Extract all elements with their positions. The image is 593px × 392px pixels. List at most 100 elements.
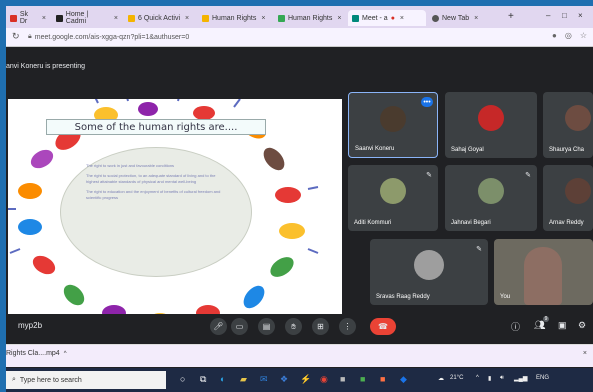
task-view-icon[interactable]: ⧉ <box>200 374 206 385</box>
captions-icon: ▤ <box>262 322 271 331</box>
battery-icon[interactable]: ▮ <box>488 375 491 382</box>
language-indicator[interactable]: ENG <box>536 375 549 381</box>
participant-tile[interactable]: ✎ Sravas Raag Reddy <box>370 239 488 305</box>
temperature[interactable]: 21°C <box>450 375 463 381</box>
avatar <box>414 250 444 281</box>
participant-name: Saanvi Koneru <box>355 146 395 152</box>
mail-icon[interactable]: ✉ <box>260 374 268 385</box>
meeting-controls: myp2b 🎤︎ ▭ ▤ ✋︎ ⊞ ⋮ ☎︎ ⓘ 👥︎ 9 ▣ ⚙︎ <box>6 314 593 339</box>
windows-taskbar: ⌕ Type here to search ○ ⧉ ◐ ▰ ✉ ❖ ⚡ ◉ ■ … <box>6 368 593 392</box>
chrome-icon[interactable]: ◉ <box>320 374 328 385</box>
app-icon[interactable]: ◆ <box>400 374 407 385</box>
minimize-button[interactable]: – <box>546 11 550 20</box>
avatar <box>478 178 504 205</box>
participant-name: Sahaj Goyal <box>451 147 484 153</box>
participant-tile[interactable]: ✎ Jahnavi Begari <box>445 165 537 231</box>
present-button[interactable]: ⊞ <box>312 318 329 335</box>
self-view-tile[interactable]: You <box>494 239 593 305</box>
chat-icon[interactable]: ▣ <box>558 320 567 331</box>
window-close-button[interactable]: × <box>578 11 583 20</box>
tab-5[interactable]: Human Rights × <box>274 10 346 26</box>
activities-icon[interactable]: ⚙︎ <box>578 320 586 331</box>
recording-dot-icon: ● <box>390 14 395 22</box>
avatar <box>565 178 591 205</box>
address-bar: ↻ 🔒︎ meet.google.com/ais-xgga-qzn?pli=1&… <box>6 28 593 47</box>
slide-points: The right to work in just and favourable… <box>86 163 226 205</box>
participant-tile[interactable]: Shaurya Cha <box>543 92 593 158</box>
app-icon[interactable]: ■ <box>340 374 345 384</box>
taskbar-search[interactable]: ⌕ Type here to search <box>6 371 166 389</box>
app-icon[interactable]: ■ <box>360 374 365 384</box>
tab-meet[interactable]: Meet - a ● × <box>348 10 426 26</box>
cortana-icon[interactable]: ○ <box>180 374 185 384</box>
participant-tile[interactable]: Arnav Reddy <box>543 165 593 231</box>
lightning-icon[interactable]: ⚡ <box>300 374 311 385</box>
close-icon[interactable]: × <box>474 15 478 22</box>
new-tab-button[interactable]: + <box>508 11 514 22</box>
url-text: meet.google.com/ais-xgga-qzn?pli=1&authu… <box>34 33 190 41</box>
close-icon[interactable]: × <box>261 15 265 22</box>
people-count-badge: 9 <box>542 316 550 322</box>
dropbox-icon[interactable]: ❖ <box>280 374 288 385</box>
captions-button[interactable]: ▤ <box>258 318 275 335</box>
mic-off-icon: ✎ <box>476 246 482 253</box>
participant-tile[interactable]: ✎ Aditi Kommuri <box>348 165 438 231</box>
slide-title: Some of the human rights are.... <box>46 119 266 135</box>
participant-name: Jahnavi Begari <box>451 220 491 226</box>
participant-tile[interactable]: ••• Saanvi Koneru <box>348 92 438 158</box>
end-call-icon: ☎︎ <box>378 322 388 331</box>
camera-icon[interactable]: ● <box>552 31 557 40</box>
extension-icon[interactable]: ◎ <box>565 31 572 40</box>
raise-hand-button[interactable]: ✋︎ <box>285 318 302 335</box>
app-icon[interactable]: ■ <box>380 374 385 384</box>
file-explorer-icon[interactable]: ▰ <box>240 374 247 385</box>
tab-4[interactable]: Human Rights × <box>198 10 272 26</box>
info-icon[interactable]: ⓘ <box>511 320 520 333</box>
edge-icon[interactable]: ◐ <box>220 374 225 384</box>
tab-favicon-icon <box>278 14 285 22</box>
mic-icon: 🎤︎ <box>213 322 224 331</box>
download-shelf: Rights Cla....mp4 ^ × <box>6 344 593 367</box>
maximize-button[interactable]: □ <box>562 11 567 20</box>
tab-1[interactable]: Sk Dr × <box>6 10 50 26</box>
participant-name: Arnav Reddy <box>549 220 584 226</box>
mic-button[interactable]: 🎤︎ <box>210 318 227 335</box>
close-icon[interactable]: × <box>114 15 118 22</box>
camera-button[interactable]: ▭ <box>231 318 248 335</box>
present-icon: ⊞ <box>317 322 324 331</box>
screen: Sk Dr × Home | Cadmi × 6 Quick Activi × … <box>6 6 593 392</box>
close-icon[interactable]: × <box>337 15 341 22</box>
presentation-slide: Some of the human rights are.... The rig… <box>8 99 342 331</box>
tab-favicon-icon <box>128 14 135 22</box>
close-icon[interactable]: × <box>583 350 587 357</box>
download-item[interactable]: Rights Cla....mp4 ^ <box>6 350 67 357</box>
chevron-up-icon[interactable]: ^ <box>64 351 67 357</box>
meet-area: anvi Koneru is presenting Some of the hu… <box>6 47 593 339</box>
more-options-button[interactable]: ••• <box>421 97 433 107</box>
more-options-button[interactable]: ⋮ <box>339 318 356 335</box>
tab-favicon-icon <box>432 14 439 22</box>
reload-icon[interactable]: ↻ <box>12 31 20 42</box>
people-button[interactable]: 👥︎ 9 <box>534 316 550 331</box>
tab-2[interactable]: Home | Cadmi × <box>52 10 122 26</box>
video-icon: ▭ <box>235 322 244 331</box>
leave-call-button[interactable]: ☎︎ <box>370 318 396 335</box>
url-field[interactable]: 🔒︎ meet.google.com/ais-xgga-qzn?pli=1&au… <box>28 31 508 43</box>
volume-icon[interactable]: 🔊︎ <box>500 375 504 382</box>
network-icon[interactable]: ▂▄▆ <box>514 375 527 382</box>
weather-icon[interactable]: ☁ <box>438 375 444 382</box>
tab-label: Human Rights <box>288 14 333 22</box>
presenting-label: anvi Koneru is presenting <box>6 63 85 70</box>
tab-7[interactable]: New Tab × <box>428 10 504 26</box>
close-icon[interactable]: × <box>185 15 189 22</box>
star-icon[interactable]: ☆ <box>580 31 587 40</box>
search-icon: ⌕ <box>12 376 16 383</box>
tab-3[interactable]: 6 Quick Activi × <box>124 10 196 26</box>
slide-point: The right to work in just and favourable… <box>86 163 175 168</box>
close-icon[interactable]: × <box>42 15 46 22</box>
close-icon[interactable]: × <box>400 15 404 22</box>
participant-tile[interactable]: Sahaj Goyal <box>445 92 537 158</box>
meeting-code: myp2b <box>18 321 43 330</box>
tray-chevron-icon[interactable]: ^ <box>476 375 479 381</box>
browser-tab-strip: Sk Dr × Home | Cadmi × 6 Quick Activi × … <box>6 6 593 28</box>
